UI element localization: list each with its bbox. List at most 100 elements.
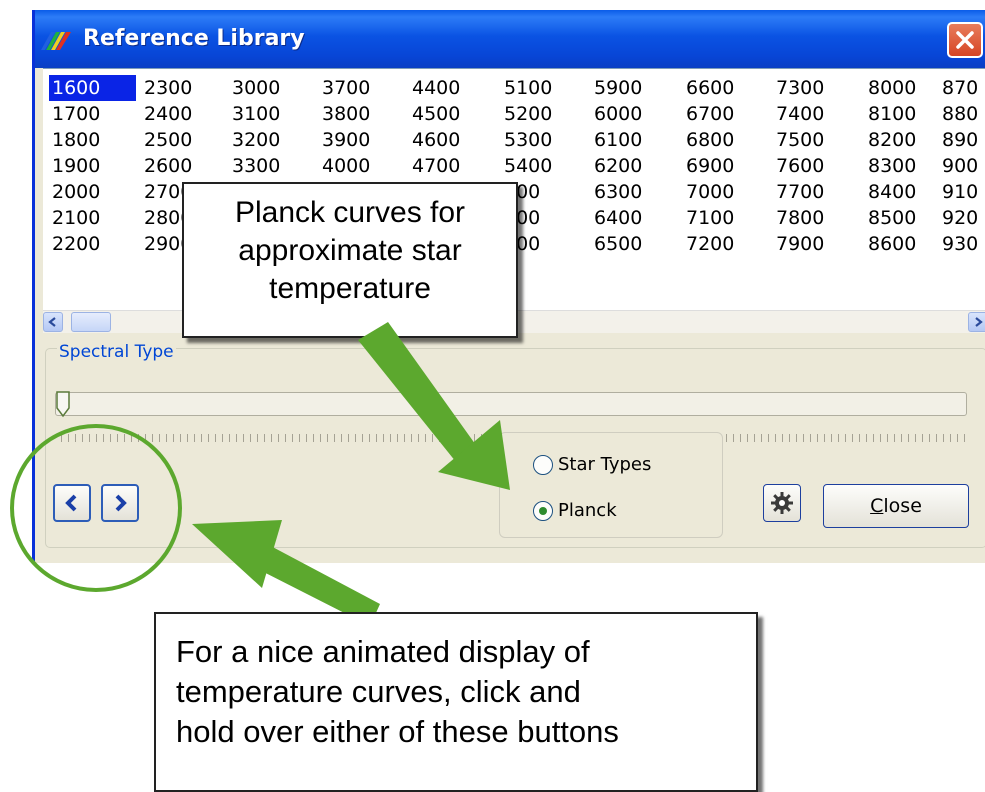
- gear-icon: [771, 492, 793, 514]
- temperature-item[interactable]: 2400: [141, 101, 192, 127]
- temperature-item[interactable]: 2600: [141, 153, 192, 179]
- planck-callout-line: Planck curves for: [234, 196, 466, 229]
- scroll-right-button[interactable]: [968, 312, 985, 332]
- temperature-column: 7300 7400 7500 7600 7700 7800 7900: [773, 75, 824, 257]
- radio-star-types-circle[interactable]: [533, 454, 553, 475]
- temperature-item[interactable]: 6500: [591, 231, 642, 257]
- temperature-item[interactable]: 3300: [229, 153, 280, 179]
- temperature-item[interactable]: 3200: [229, 127, 280, 153]
- temperature-item[interactable]: 8300: [865, 153, 916, 179]
- planck-callout-line: temperature: [269, 272, 431, 305]
- animate-callout: For a nice animated display of temperatu…: [154, 612, 758, 792]
- temperature-item[interactable]: 7700: [773, 179, 824, 205]
- temperature-item[interactable]: 4400: [409, 75, 460, 101]
- radio-planck-circle[interactable]: [533, 500, 553, 521]
- temperature-item[interactable]: 6400: [591, 205, 642, 231]
- temperature-item[interactable]: 1800: [49, 127, 136, 153]
- temperature-item[interactable]: 880: [939, 101, 978, 127]
- temperature-item[interactable]: 920: [939, 205, 978, 231]
- temperature-item[interactable]: 6600: [683, 75, 734, 101]
- temperature-item[interactable]: 2000: [49, 179, 136, 205]
- temperature-item[interactable]: 870: [939, 75, 978, 101]
- temperature-item[interactable]: 890: [939, 127, 978, 153]
- window-title: Reference Library: [83, 26, 305, 51]
- temperature-item[interactable]: 8000: [865, 75, 916, 101]
- title-bar[interactable]: Reference Library: [35, 10, 985, 68]
- animate-callout-line: temperature curves, click and: [176, 674, 581, 709]
- temperature-item[interactable]: 3000: [229, 75, 280, 101]
- temperature-column: 6600 6700 6800 6900 7000 7100 7200: [683, 75, 734, 257]
- animate-callout-line: For a nice animated display of: [176, 634, 590, 669]
- scroll-left-icon: [48, 317, 56, 327]
- temperature-item[interactable]: 7300: [773, 75, 824, 101]
- temperature-item[interactable]: 6800: [683, 127, 734, 153]
- planck-callout-line: approximate star: [238, 234, 462, 267]
- scroll-right-icon: [975, 317, 983, 327]
- temperature-item[interactable]: 6300: [591, 179, 642, 205]
- temperature-item[interactable]: 3900: [319, 127, 370, 153]
- temperature-item[interactable]: 7600: [773, 153, 824, 179]
- previous-button[interactable]: [53, 484, 91, 522]
- temperature-item[interactable]: 930: [939, 231, 978, 257]
- temperature-item[interactable]: 1700: [49, 101, 136, 127]
- radio-planck[interactable]: Planck: [533, 500, 617, 521]
- radio-star-types[interactable]: Star Types: [533, 454, 651, 475]
- window-close-button[interactable]: [947, 22, 983, 58]
- temperature-item[interactable]: 3700: [319, 75, 370, 101]
- radio-planck-label: Planck: [558, 500, 617, 521]
- close-button-mnemonic: C: [870, 495, 884, 517]
- temperature-item[interactable]: 4000: [319, 153, 370, 179]
- temperature-item[interactable]: 6900: [683, 153, 734, 179]
- temperature-item[interactable]: 6100: [591, 127, 642, 153]
- close-button[interactable]: Close: [823, 484, 969, 528]
- temperature-item[interactable]: 5900: [591, 75, 642, 101]
- temperature-item[interactable]: 6000: [591, 101, 642, 127]
- temperature-item[interactable]: 5400: [501, 153, 552, 179]
- temperature-item[interactable]: 2300: [141, 75, 192, 101]
- scroll-left-button[interactable]: [43, 312, 63, 332]
- temperature-item[interactable]: 8100: [865, 101, 916, 127]
- temperature-column: 5900 6000 6100 6200 6300 6400 6500: [591, 75, 642, 257]
- temperature-item[interactable]: 2200: [49, 231, 136, 257]
- temperature-item[interactable]: 7100: [683, 205, 734, 231]
- temperature-item[interactable]: 2100: [49, 205, 136, 231]
- rainbow-app-icon: [41, 32, 71, 50]
- temperature-item[interactable]: 5100: [501, 75, 552, 101]
- temperature-item[interactable]: 3100: [229, 101, 280, 127]
- temperature-column: 870 880 890 900 910 920 930: [939, 75, 978, 257]
- spectral-type-slider-thumb[interactable]: [55, 390, 71, 418]
- temperature-item[interactable]: 7500: [773, 127, 824, 153]
- temperature-item[interactable]: 4700: [409, 153, 460, 179]
- temperature-item[interactable]: 8400: [865, 179, 916, 205]
- settings-button[interactable]: [763, 484, 801, 522]
- temperature-item[interactable]: 7800: [773, 205, 824, 231]
- temperature-item[interactable]: 910: [939, 179, 978, 205]
- temperature-item[interactable]: 7900: [773, 231, 824, 257]
- temperature-item[interactable]: 3800: [319, 101, 370, 127]
- close-button-label: lose: [883, 495, 922, 517]
- spectral-type-legend: Spectral Type: [57, 342, 176, 362]
- temperature-item[interactable]: 7200: [683, 231, 734, 257]
- temperature-item[interactable]: 1600: [49, 75, 136, 101]
- next-button[interactable]: [101, 484, 139, 522]
- temperature-item[interactable]: 4600: [409, 127, 460, 153]
- close-icon: [956, 31, 974, 49]
- temperature-item[interactable]: 7000: [683, 179, 734, 205]
- temperature-item[interactable]: 5300: [501, 127, 552, 153]
- temperature-item[interactable]: 8500: [865, 205, 916, 231]
- spectral-type-slider-track[interactable]: [55, 392, 967, 416]
- temperature-item[interactable]: 900: [939, 153, 978, 179]
- temperature-item[interactable]: 2500: [141, 127, 192, 153]
- temperature-column: 8000 8100 8200 8300 8400 8500 8600: [865, 75, 916, 257]
- temperature-item[interactable]: 8200: [865, 127, 916, 153]
- scroll-thumb[interactable]: [71, 312, 111, 332]
- animate-callout-line: hold over either of these buttons: [176, 714, 619, 749]
- temperature-item[interactable]: 8600: [865, 231, 916, 257]
- temperature-item[interactable]: 1900: [49, 153, 136, 179]
- temperature-item[interactable]: 6700: [683, 101, 734, 127]
- temperature-item[interactable]: 5200: [501, 101, 552, 127]
- temperature-item[interactable]: 6200: [591, 153, 642, 179]
- temperature-item[interactable]: 4500: [409, 101, 460, 127]
- planck-callout: Planck curves for approximate star tempe…: [182, 182, 518, 338]
- temperature-item[interactable]: 7400: [773, 101, 824, 127]
